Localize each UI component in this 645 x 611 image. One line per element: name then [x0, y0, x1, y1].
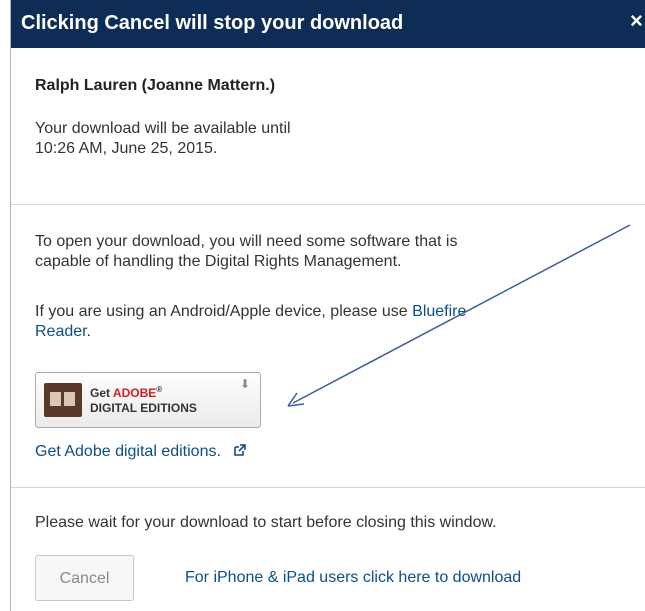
software-intro-line-2: capable of handling the Digital Rights M…: [35, 253, 402, 270]
adobe-button-line-1: Get ADOBE®: [90, 385, 163, 400]
download-dialog: Clicking Cancel will stop your download …: [10, 0, 645, 611]
iphone-link-row: For iPhone & iPad users click here to do…: [185, 568, 521, 588]
device-text-line-2: Reader.: [35, 322, 91, 342]
adobe-link-row: Get Adobe digital editions.: [35, 442, 247, 462]
download-info-section: Ralph Lauren (Joanne Mattern.) Your down…: [11, 48, 645, 205]
close-icon[interactable]: ×: [630, 10, 643, 32]
bluefire-link-part-2[interactable]: Reader: [35, 323, 87, 340]
dialog-title: Clicking Cancel will stop your download: [21, 12, 404, 34]
cancel-button[interactable]: Cancel: [35, 555, 134, 601]
software-section: To open your download, you will need som…: [11, 205, 645, 488]
download-arrow-icon: ⬇: [240, 377, 251, 391]
iphone-ipad-download-link[interactable]: For iPhone & iPad users click here to do…: [185, 569, 521, 586]
adobe-button-line-2: DIGITAL EDITIONS: [90, 401, 197, 415]
availability-line-1: Your download will be available until: [35, 120, 291, 137]
dialog-header: Clicking Cancel will stop your download …: [11, 0, 645, 48]
availability-date: 10:26 AM, June 25, 2015.: [35, 140, 218, 157]
device-text: If you are using an Android/Apple device…: [35, 303, 408, 320]
get-adobe-digital-editions-button[interactable]: Get ADOBE® DIGITAL EDITIONS ⬇: [35, 372, 261, 428]
period: .: [86, 323, 92, 340]
adobe-book-logo-icon: [44, 383, 82, 417]
adobe-digital-editions-link[interactable]: Get Adobe digital editions.: [35, 443, 221, 460]
wait-message: Please wait for your download to start b…: [35, 514, 497, 531]
device-text-line-1: If you are using an Android/Apple device…: [35, 302, 466, 322]
bluefire-link-part-1[interactable]: Bluefire: [412, 303, 466, 320]
software-intro-line-1: To open your download, you will need som…: [35, 233, 458, 250]
external-link-icon[interactable]: [233, 444, 247, 457]
book-title: Ralph Lauren (Joanne Mattern.): [35, 77, 276, 94]
